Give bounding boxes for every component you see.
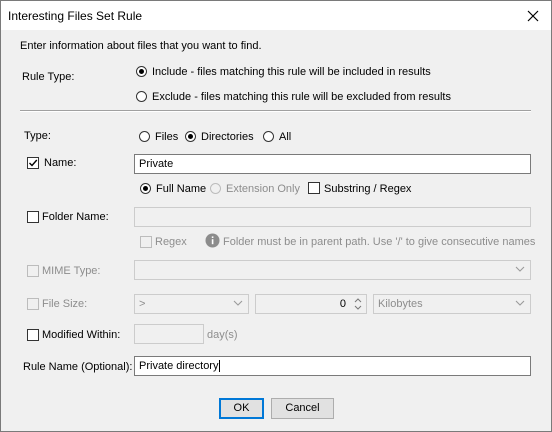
spinner-arrows-icon bbox=[354, 298, 362, 310]
mime-type-select[interactable] bbox=[134, 260, 531, 280]
file-size-spinner[interactable] bbox=[350, 295, 366, 313]
file-size-operator-value: > bbox=[139, 298, 146, 310]
type-all-label[interactable]: All bbox=[279, 130, 291, 144]
chevron-down-icon bbox=[515, 264, 525, 277]
ok-button[interactable]: OK bbox=[219, 398, 264, 419]
exclude-label[interactable]: Exclude - files matching this rule will … bbox=[152, 90, 451, 104]
info-icon bbox=[205, 233, 220, 251]
rule-name-value: Private directory bbox=[139, 360, 219, 372]
modified-within-input[interactable] bbox=[134, 324, 204, 344]
type-all-radio[interactable] bbox=[263, 131, 274, 142]
full-name-radio[interactable] bbox=[140, 183, 151, 194]
name-input[interactable]: Private bbox=[134, 154, 531, 174]
window-title: Interesting Files Set Rule bbox=[8, 9, 143, 23]
rule-name-input[interactable]: Private directory bbox=[134, 356, 531, 376]
folder-name-input[interactable] bbox=[134, 207, 531, 227]
extension-only-radio[interactable] bbox=[210, 183, 221, 194]
folder-hint: Folder must be in parent path. Use '/' t… bbox=[223, 236, 536, 248]
extension-only-label[interactable]: Extension Only bbox=[226, 182, 300, 196]
folder-name-label[interactable]: Folder Name: bbox=[42, 210, 109, 224]
chevron-down-icon bbox=[515, 298, 525, 311]
type-label: Type: bbox=[24, 130, 51, 142]
include-label[interactable]: Include - files matching this rule will … bbox=[152, 65, 431, 79]
folder-regex-label[interactable]: Regex bbox=[155, 235, 187, 249]
file-size-unit-select[interactable]: Kilobytes bbox=[373, 294, 531, 314]
include-radio[interactable] bbox=[136, 66, 147, 77]
mime-type-label[interactable]: MIME Type: bbox=[42, 264, 100, 278]
modified-within-checkbox[interactable] bbox=[27, 329, 39, 341]
text-cursor bbox=[219, 360, 221, 373]
checkmark-icon bbox=[29, 159, 38, 167]
exclude-radio[interactable] bbox=[136, 91, 147, 102]
rule-name-label: Rule Name (Optional): bbox=[23, 361, 133, 373]
name-label[interactable]: Name: bbox=[44, 156, 76, 170]
type-directories-label[interactable]: Directories bbox=[201, 130, 254, 144]
chevron-down-icon bbox=[233, 298, 243, 311]
full-name-label[interactable]: Full Name bbox=[156, 182, 206, 196]
folder-regex-checkbox[interactable] bbox=[140, 236, 152, 248]
type-files-label[interactable]: Files bbox=[155, 130, 178, 144]
close-icon bbox=[527, 10, 539, 21]
mime-type-checkbox[interactable] bbox=[27, 265, 39, 277]
modified-within-unit: day(s) bbox=[207, 329, 238, 341]
intro-text: Enter information about files that you w… bbox=[20, 40, 262, 52]
type-directories-radio[interactable] bbox=[185, 131, 196, 142]
substring-regex-label[interactable]: Substring / Regex bbox=[324, 182, 411, 196]
cancel-button[interactable]: Cancel bbox=[271, 398, 334, 419]
file-size-operator-select[interactable]: > bbox=[134, 294, 249, 314]
file-size-label[interactable]: File Size: bbox=[42, 297, 87, 311]
name-checkbox[interactable] bbox=[27, 157, 39, 169]
interesting-files-set-rule-dialog: Interesting Files Set Rule Enter informa… bbox=[0, 0, 552, 432]
file-size-unit-value: Kilobytes bbox=[378, 298, 423, 310]
type-files-radio[interactable] bbox=[139, 131, 150, 142]
separator bbox=[20, 110, 531, 112]
title-bar: Interesting Files Set Rule bbox=[1, 1, 551, 30]
close-button[interactable] bbox=[515, 1, 551, 30]
folder-name-checkbox[interactable] bbox=[27, 211, 39, 223]
substring-regex-checkbox[interactable] bbox=[308, 182, 320, 194]
modified-within-label[interactable]: Modified Within: bbox=[42, 328, 120, 342]
file-size-checkbox[interactable] bbox=[27, 298, 39, 310]
rule-type-label: Rule Type: bbox=[22, 71, 75, 83]
